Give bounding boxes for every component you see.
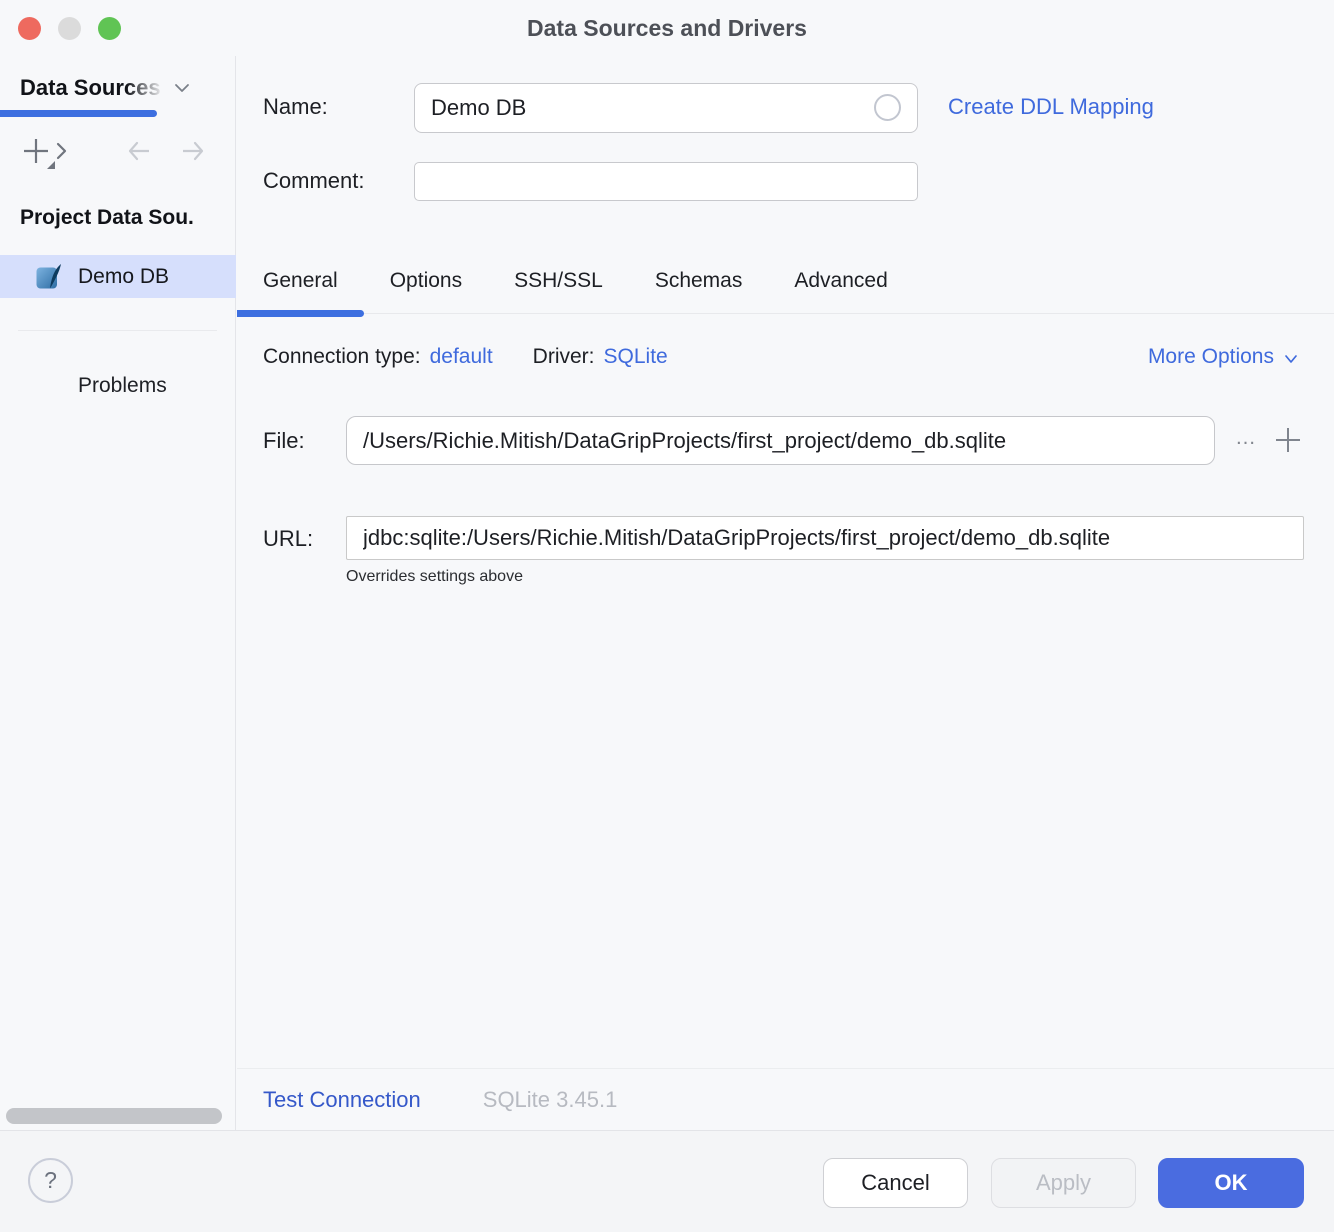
tab-general[interactable]: General bbox=[237, 248, 364, 313]
sqlite-icon bbox=[35, 263, 63, 291]
connection-test-row: Test Connection SQLite 3.45.1 bbox=[237, 1068, 1334, 1130]
data-source-label: Demo DB bbox=[78, 265, 169, 289]
url-label: URL: bbox=[263, 526, 313, 552]
connection-row: Connection type: default Driver: SQLite bbox=[263, 342, 668, 372]
create-ddl-mapping-link[interactable]: Create DDL Mapping bbox=[948, 94, 1154, 120]
forward-button[interactable] bbox=[176, 134, 210, 168]
driver-value-link[interactable]: SQLite bbox=[604, 345, 668, 369]
add-data-source-button[interactable] bbox=[20, 134, 72, 168]
back-button[interactable] bbox=[122, 134, 156, 168]
window-title: Data Sources and Drivers bbox=[0, 0, 1334, 56]
project-data-sources-header: Project Data Sou. bbox=[20, 206, 234, 230]
cancel-button[interactable]: Cancel bbox=[823, 1158, 968, 1208]
tab-advanced[interactable]: Advanced bbox=[768, 248, 913, 313]
name-input[interactable] bbox=[414, 83, 918, 133]
comment-input[interactable] bbox=[414, 162, 918, 201]
panel-tab-label: Data Sources bbox=[20, 75, 168, 101]
comment-label: Comment: bbox=[263, 168, 364, 194]
driver-version: SQLite 3.45.1 bbox=[483, 1087, 618, 1113]
sidebar-toolbar bbox=[0, 134, 235, 174]
status-circle-icon bbox=[874, 94, 901, 121]
url-input[interactable] bbox=[346, 516, 1304, 560]
arrow-right-icon bbox=[177, 135, 209, 167]
data-sources-dialog: Data Sources and Drivers Data Sources bbox=[0, 0, 1334, 1232]
panel-tab-active-indicator bbox=[0, 110, 157, 117]
test-connection-link[interactable]: Test Connection bbox=[263, 1087, 421, 1113]
chevron-down-icon bbox=[172, 78, 192, 98]
arrow-left-icon bbox=[123, 135, 155, 167]
plus-icon[interactable] bbox=[1270, 422, 1306, 458]
plus-dropdown-icon bbox=[20, 131, 72, 171]
tab-ssh-ssl[interactable]: SSH/SSL bbox=[488, 248, 629, 313]
file-label: File: bbox=[263, 428, 305, 454]
main-panel: Name: Create DDL Mapping Comment: Genera… bbox=[237, 56, 1334, 1130]
ok-button[interactable]: OK bbox=[1158, 1158, 1304, 1208]
data-source-item-demo-db[interactable]: Demo DB bbox=[0, 255, 236, 298]
tab-bar: General Options SSH/SSL Schemas Advanced bbox=[237, 248, 1334, 314]
browse-ellipsis-icon[interactable]: … bbox=[1231, 424, 1261, 456]
name-label: Name: bbox=[263, 94, 328, 120]
tab-schemas[interactable]: Schemas bbox=[629, 248, 769, 313]
sidebar-divider bbox=[18, 330, 217, 331]
url-hint: Overrides settings above bbox=[346, 568, 523, 586]
dialog-footer: ? Cancel Apply OK bbox=[0, 1130, 1334, 1232]
help-button[interactable]: ? bbox=[28, 1158, 73, 1203]
driver-label: Driver: bbox=[533, 345, 595, 369]
tab-options[interactable]: Options bbox=[364, 248, 488, 313]
titlebar: Data Sources and Drivers bbox=[0, 0, 1334, 56]
apply-button[interactable]: Apply bbox=[991, 1158, 1136, 1208]
connection-type-value-link[interactable]: default bbox=[430, 345, 493, 369]
file-path-input[interactable] bbox=[346, 416, 1215, 465]
panel-tab-data-sources[interactable]: Data Sources bbox=[20, 72, 192, 104]
more-options-link[interactable]: More Options bbox=[1148, 342, 1300, 372]
horizontal-scrollbar[interactable] bbox=[6, 1108, 222, 1124]
question-mark-icon: ? bbox=[44, 1167, 57, 1194]
chevron-down-icon bbox=[1282, 350, 1300, 368]
sidebar-item-problems[interactable]: Problems bbox=[78, 368, 167, 404]
sidebar: Data Sources bbox=[0, 56, 236, 1130]
connection-type-label: Connection type: bbox=[263, 345, 421, 369]
